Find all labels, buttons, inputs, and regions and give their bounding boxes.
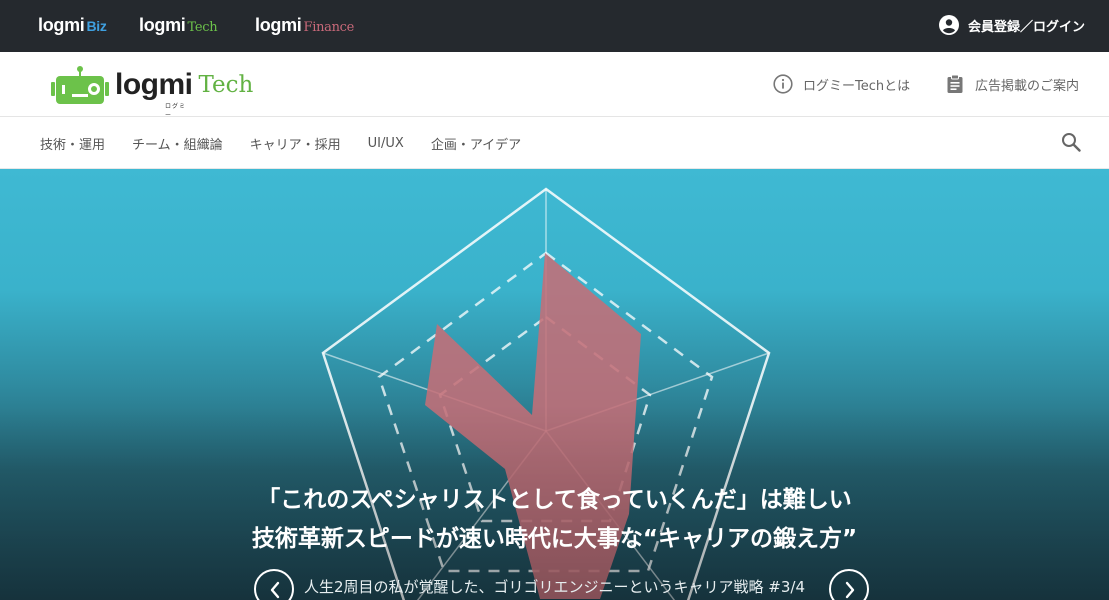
hero-carousel[interactable]: 「これのスペシャリストとして食っていくんだ」は難しい 技術革新スピードが速い時代… [0,169,1109,600]
robot-mascot-icon [51,66,109,104]
logo-tech: Tech [198,72,254,98]
clipboard-icon [947,74,963,93]
brand-sub: Finance [303,20,355,35]
search-icon[interactable] [1061,132,1081,152]
brand-main: logmi [255,15,302,35]
chevron-right-icon [845,581,855,599]
advertising-label: 広告掲載のご案内 [975,78,1080,94]
about-link[interactable]: ログミーTechとは [773,73,910,95]
category-nav: 技術・運用 チーム・組織論 キャリア・採用 UI/UX 企画・アイデア [0,117,1109,169]
logmi-tech-logo[interactable]: logmi ログミー Tech [51,65,254,119]
logo-word: logmi [115,68,193,101]
site-header: logmi ログミー Tech ログミーTechとは 広告掲載のご案内 [0,52,1109,119]
brand-sub: Biz [86,18,107,34]
account-circle-icon [938,15,959,35]
nav-item-ideas[interactable]: 企画・アイデア [431,134,521,153]
chevron-left-icon [270,581,280,599]
info-icon [773,74,793,94]
brand-main: logmi [38,15,85,35]
site-switcher-bar: logmi Biz logmi Tech logmi Finance 会員登録／ログイ… [0,0,1109,52]
hero-subtitle: 人生2周目の私が覚醒した、ゴリゴリエンジニーというキャリア戦略 #3/4 [303,578,806,596]
nav-item-uiux[interactable]: UI/UX [368,136,404,151]
logmi-biz-link[interactable]: logmi Biz [38,13,107,37]
logmi-tech-link[interactable]: logmi Tech [139,13,218,37]
logmi-finance-link[interactable]: logmi Finance [255,13,354,37]
login-label: 会員登録／ログイン [967,19,1085,35]
logo-wordmark: logmi ログミー [115,68,193,119]
hero-title[interactable]: 「これのスペシャリストとして食っていくんだ」は難しい 技術革新スピードが速い時代… [0,481,1109,559]
hero-title-line2: 技術革新スピードが速い時代に大事な“キャリアの鍛え方” [251,526,858,552]
about-label: ログミーTechとは [803,78,911,94]
login-register-link[interactable]: 会員登録／ログイン [938,14,1085,36]
brand-sub: Tech [187,20,218,35]
advertising-link[interactable]: 広告掲載のご案内 [945,73,1079,95]
hero-title-line1: 「これのスペシャリストとして食っていくんだ」は難しい [257,487,852,513]
nav-item-career[interactable]: キャリア・採用 [250,134,341,153]
brand-main: logmi [139,15,186,35]
nav-item-tech-ops[interactable]: 技術・運用 [40,134,105,153]
nav-item-team[interactable]: チーム・組織論 [132,134,223,153]
